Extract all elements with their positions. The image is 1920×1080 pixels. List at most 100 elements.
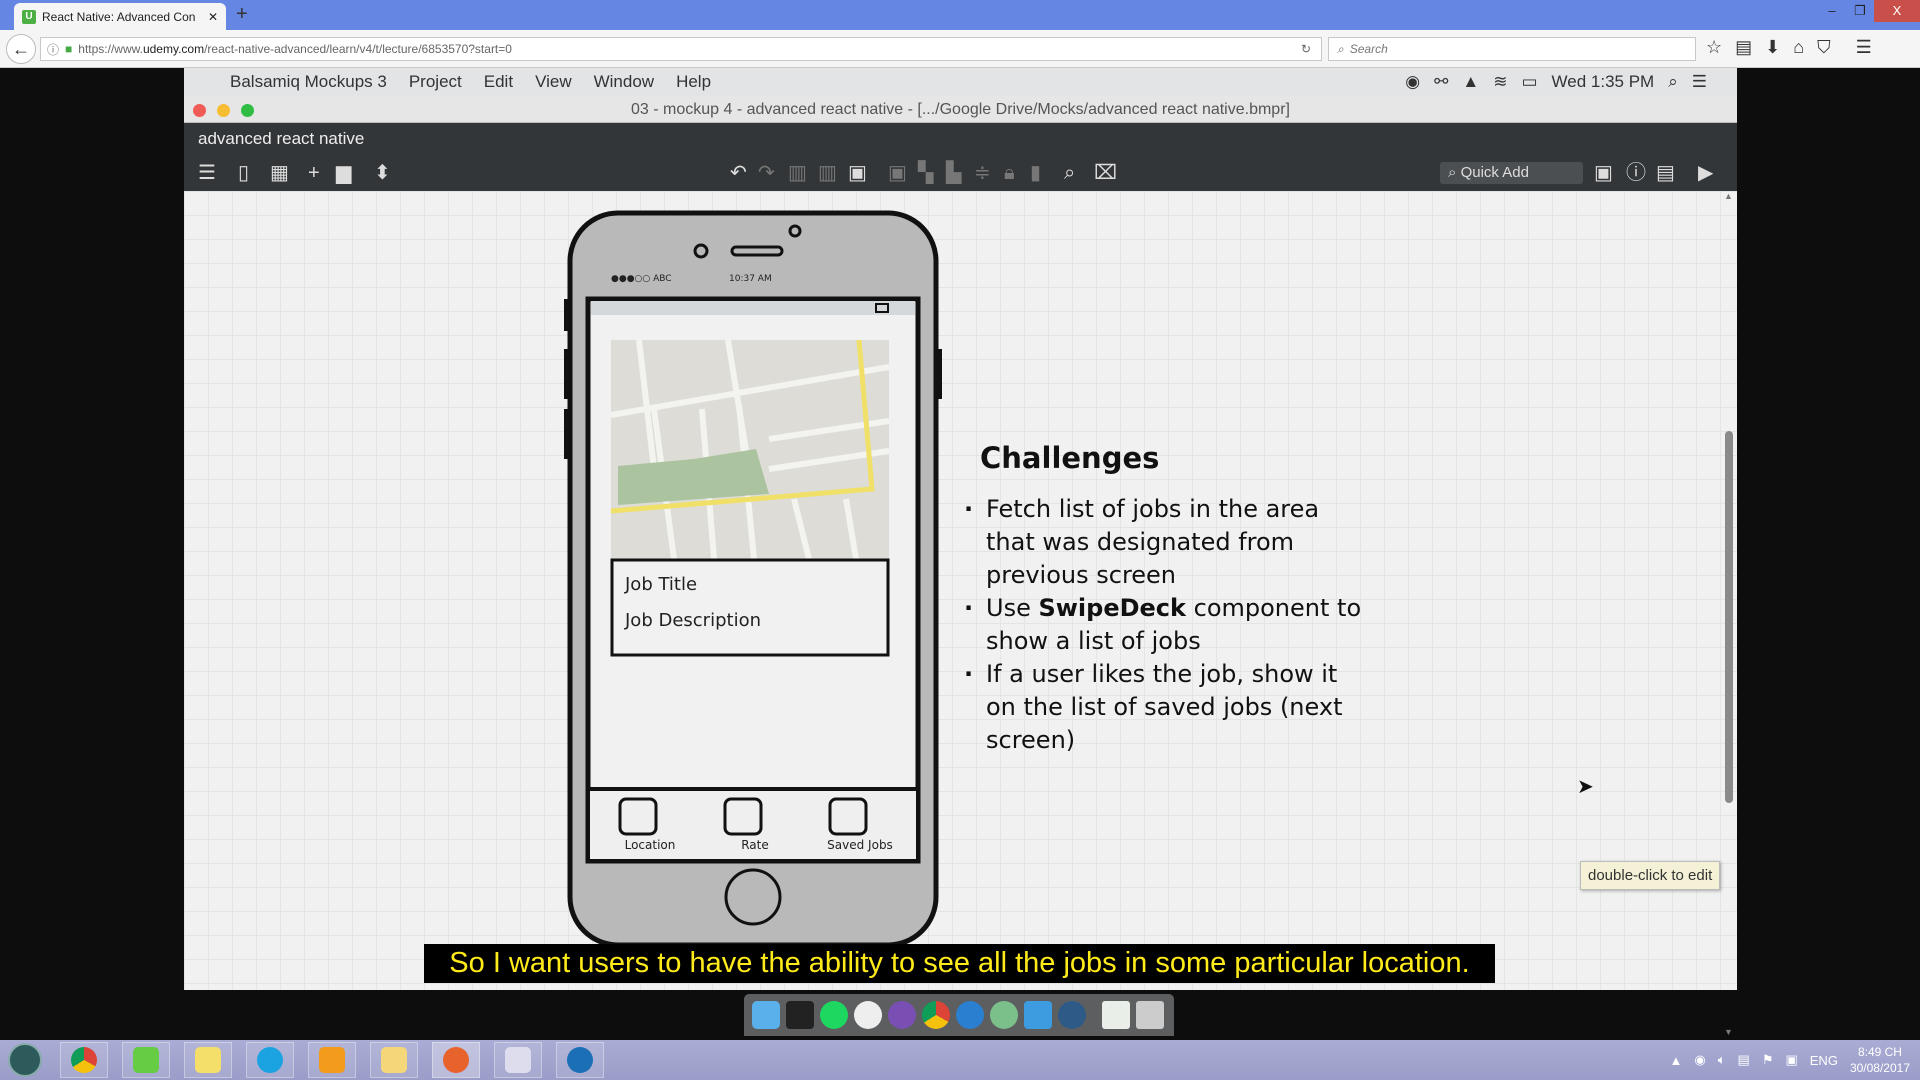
zoom-light[interactable]	[241, 104, 254, 117]
tray-app-icon[interactable]: ▤	[1738, 1052, 1750, 1068]
delete-icon[interactable]: ▮	[1030, 159, 1041, 187]
atom-icon[interactable]	[990, 1001, 1018, 1029]
info-icon[interactable]: ⓘ	[47, 41, 59, 58]
start-button[interactable]	[8, 1043, 42, 1077]
spotlight-icon[interactable]: ⌕	[1668, 72, 1678, 92]
add-icon[interactable]: +	[308, 159, 320, 187]
network-icon[interactable]: ▣	[1785, 1052, 1797, 1068]
map-image	[610, 339, 890, 560]
browser-tab[interactable]: U React Native: Advanced Con ✕	[14, 3, 226, 30]
lock-icon[interactable]: 🔒︎	[1004, 159, 1015, 187]
group-icon[interactable]: ▣	[888, 159, 907, 187]
minimize-button[interactable]: –	[1818, 0, 1846, 22]
vertical-scrollbar[interactable]	[1725, 431, 1733, 803]
menu-icon[interactable]: ☰	[198, 159, 216, 187]
taskbar-paint[interactable]	[494, 1042, 542, 1078]
battery-icon[interactable]: ▭	[1521, 72, 1537, 92]
quicktime-icon[interactable]	[1058, 1001, 1086, 1029]
xcode-simulator-icon[interactable]	[1024, 1001, 1052, 1029]
ungroup-icon[interactable]: ▚	[918, 159, 933, 187]
wifi-icon[interactable]: ≋	[1493, 72, 1507, 92]
menu-edit[interactable]: Edit	[484, 72, 513, 92]
editor-icon[interactable]	[888, 1001, 916, 1029]
copy-icon[interactable]: ▥	[788, 159, 807, 187]
clear-icon[interactable]: ⌧	[1094, 159, 1117, 187]
minimize-light[interactable]	[217, 104, 230, 117]
menu-project[interactable]: Project	[409, 72, 462, 92]
panel-icon[interactable]: ▯	[238, 159, 249, 187]
glasses-icon[interactable]: ⚯	[1434, 72, 1448, 92]
quick-add-input[interactable]: ⌕ Quick Add	[1440, 162, 1583, 184]
menubar-clock: Wed 1:35 PM	[1551, 72, 1655, 91]
finder-icon[interactable]	[752, 1001, 780, 1029]
tray-expand-icon[interactable]: ▲	[1669, 1053, 1682, 1068]
record-icon[interactable]: ◉	[1405, 72, 1420, 92]
mockup-canvas[interactable]: ●●●○○ ABC 10:37 AM Job Title Job Descrip…	[184, 191, 1737, 1056]
challenges-text-block[interactable]: Challenges Fetch list of jobs in the are…	[964, 441, 1364, 757]
taskbar-file-explorer[interactable]	[370, 1042, 418, 1078]
close-window-button[interactable]: X	[1874, 0, 1920, 22]
notification-icon[interactable]: ☰	[1692, 72, 1707, 92]
undo-icon[interactable]: ↶	[730, 159, 747, 187]
tray-sync-icon[interactable]: ◉	[1694, 1052, 1705, 1068]
action-center-flag-icon[interactable]: ⚑	[1762, 1052, 1774, 1068]
find-icon[interactable]: ⌕	[1064, 159, 1075, 187]
menu-icon[interactable]: ☰	[1856, 37, 1872, 58]
spotify-icon[interactable]	[820, 1001, 848, 1029]
cut-icon[interactable]: ▥	[818, 159, 837, 187]
align-icon[interactable]: ≑	[974, 159, 991, 187]
taskbar-teamviewer[interactable]	[556, 1042, 604, 1078]
job-description: Job Description	[625, 610, 761, 631]
duplicate-icon[interactable]: ▆	[336, 159, 351, 187]
challenges-list: Fetch list of jobs in the area that was …	[964, 493, 1364, 757]
volume-icon[interactable]: 🔈︎	[1718, 1052, 1726, 1068]
taskbar-firefox[interactable]	[432, 1042, 480, 1078]
scroll-up-icon[interactable]: ▲	[1724, 191, 1733, 201]
language-indicator[interactable]: ENG	[1810, 1053, 1838, 1068]
taskbar-skype[interactable]	[246, 1042, 294, 1078]
terminal-icon[interactable]	[786, 1001, 814, 1029]
taskbar-sticky-notes[interactable]	[184, 1042, 232, 1078]
url-bar[interactable]: ⓘ ■ https://www.udemy.com/react-native-a…	[40, 37, 1322, 61]
skin-icon[interactable]: ▣	[1594, 159, 1613, 187]
drive-icon[interactable]: ▲	[1462, 72, 1479, 92]
app-store-icon[interactable]	[956, 1001, 984, 1029]
taskbar-vmware[interactable]	[308, 1042, 356, 1078]
arrange-icon[interactable]: ▙	[946, 159, 961, 187]
redo-icon[interactable]: ↷	[758, 159, 775, 187]
trash-icon[interactable]	[1136, 1001, 1164, 1029]
document-icon[interactable]	[1102, 1001, 1130, 1029]
close-light[interactable]	[193, 104, 206, 117]
close-tab-icon[interactable]: ✕	[208, 10, 218, 24]
search-input[interactable]: ⌕ Search	[1328, 37, 1696, 61]
reload-icon[interactable]: ↻	[1301, 42, 1311, 56]
reorder-icon[interactable]: ⬍	[374, 159, 391, 187]
pocket-icon[interactable]: ⛉	[1817, 37, 1831, 58]
grid-icon[interactable]: ▦	[270, 159, 289, 187]
restore-button[interactable]: ❐	[1846, 0, 1874, 22]
menu-app[interactable]: Balsamiq Mockups 3	[230, 72, 387, 92]
taskbar-clock[interactable]: 8:49 CH 30/08/2017	[1850, 1044, 1910, 1076]
download-icon[interactable]: ⬇	[1765, 37, 1780, 58]
info-icon[interactable]: ⓘ	[1626, 159, 1646, 187]
properties-icon[interactable]: ▤	[1656, 159, 1675, 187]
phone-side-button	[936, 349, 942, 399]
challenge-item: Fetch list of jobs in the area that was …	[964, 493, 1364, 592]
reading-list-icon[interactable]: ▤	[1735, 37, 1752, 58]
menu-view[interactable]: View	[535, 72, 572, 92]
taskbar-notepadpp[interactable]	[122, 1042, 170, 1078]
new-tab-button[interactable]: +	[236, 3, 248, 26]
bookmark-star-icon[interactable]: ☆	[1706, 37, 1722, 58]
chrome-icon[interactable]	[922, 1001, 950, 1029]
menu-window[interactable]: Window	[594, 72, 654, 92]
mouse-cursor-icon: ➤	[1577, 776, 1594, 798]
home-icon[interactable]: ⌂	[1793, 37, 1804, 58]
face-app-icon[interactable]	[854, 1001, 882, 1029]
presentation-icon[interactable]: ▶	[1698, 159, 1713, 187]
back-button[interactable]: ←	[6, 34, 36, 64]
mac-menubar: Balsamiq Mockups 3 Project Edit View Win…	[184, 68, 1737, 96]
paste-icon[interactable]: ▣	[848, 159, 867, 187]
scroll-down-icon[interactable]: ▼	[1724, 1027, 1733, 1037]
taskbar-chrome[interactable]	[60, 1042, 108, 1078]
menu-help[interactable]: Help	[676, 72, 711, 92]
